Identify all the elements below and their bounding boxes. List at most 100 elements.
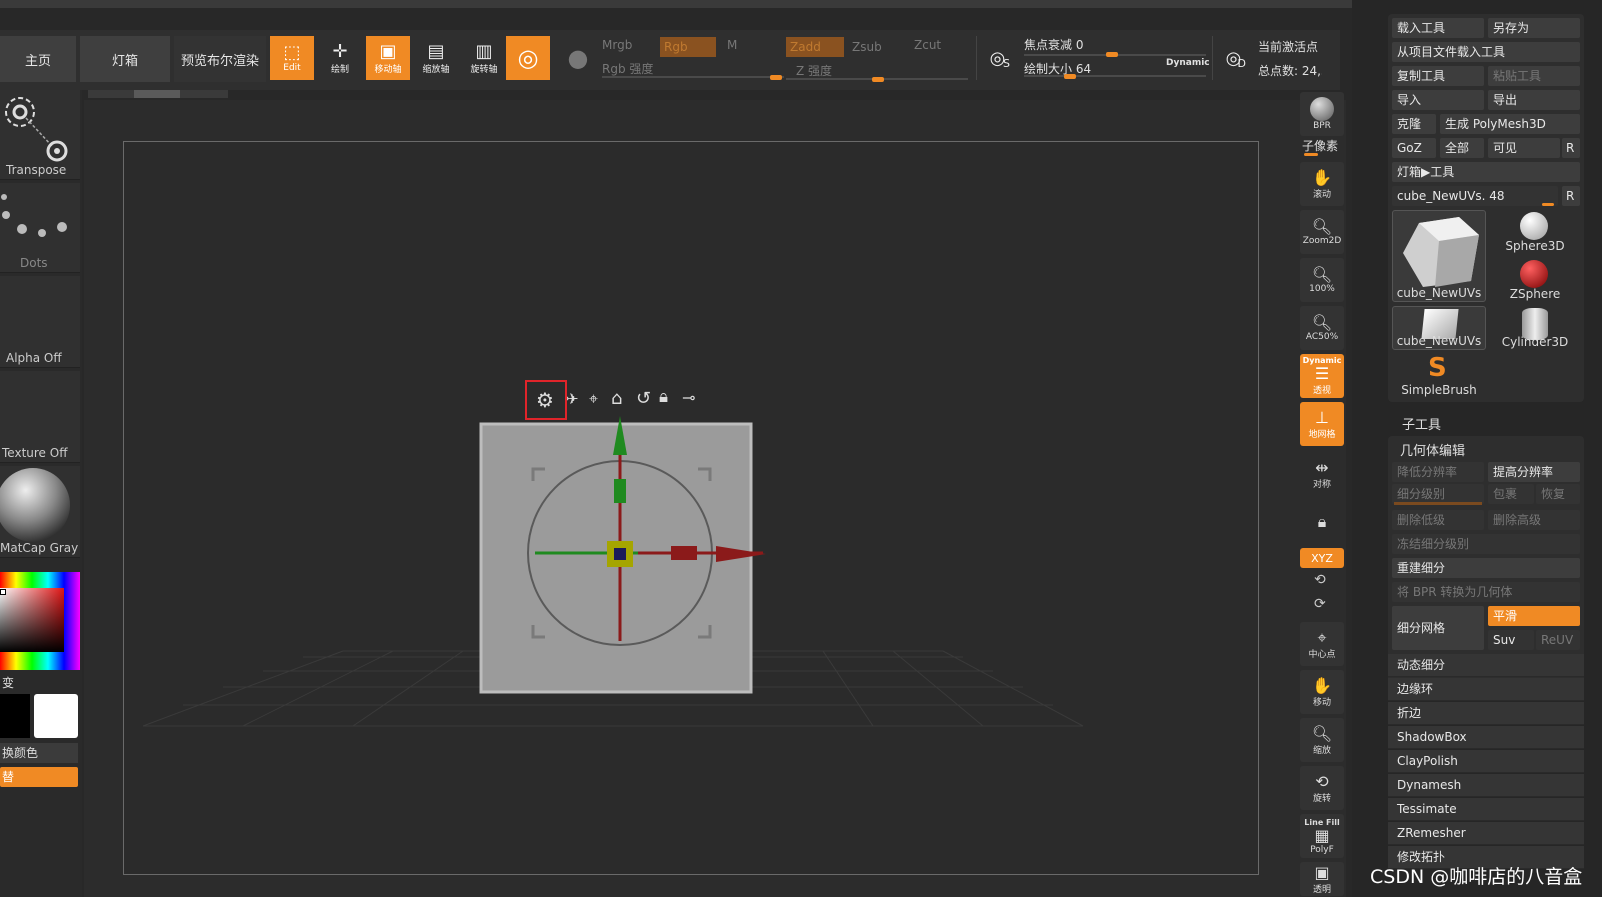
export-button[interactable]: 导出: [1488, 90, 1580, 110]
delete-higher-button[interactable]: 删除高级: [1488, 510, 1580, 530]
copy-tool-button[interactable]: 复制工具: [1392, 66, 1484, 86]
texture-slot[interactable]: Texture Off: [0, 371, 80, 463]
dynamesh-section[interactable]: Dynamesh: [1388, 774, 1584, 797]
move-view-button[interactable]: ✋ 移动: [1300, 670, 1344, 714]
lightbox-tool-button[interactable]: 灯箱▶工具: [1392, 162, 1580, 182]
gizmo-center-core[interactable]: [614, 548, 626, 560]
goz-r-button[interactable]: R: [1562, 138, 1580, 158]
mrgb-button[interactable]: Mrgb: [602, 38, 632, 52]
scale-view-button[interactable]: 🔍︎ 缩放: [1300, 718, 1344, 762]
tool-thumb-cylinder3d[interactable]: Cylinder3D: [1488, 306, 1582, 350]
delete-lower-button[interactable]: 删除低级: [1392, 510, 1484, 530]
current-tool-r-button[interactable]: R: [1562, 186, 1580, 206]
key-icon[interactable]: ⊸: [682, 388, 695, 407]
load-tool-button[interactable]: 载入工具: [1392, 18, 1484, 38]
tool-thumb-sphere3d[interactable]: Sphere3D: [1488, 210, 1582, 254]
draw-button[interactable]: ✛ 绘制: [318, 36, 362, 80]
geometry-header[interactable]: 几何体编辑: [1400, 440, 1465, 459]
clone-button[interactable]: 克隆: [1392, 114, 1436, 134]
actual-size-button[interactable]: 🔍︎ 100%: [1300, 258, 1344, 302]
move-button[interactable]: ▣ 移动轴: [366, 36, 410, 80]
rotate-button[interactable]: ▥ 旋转轴: [462, 36, 506, 80]
rgb-intensity-slider[interactable]: [602, 76, 784, 78]
suv-toggle[interactable]: Suv: [1488, 630, 1534, 650]
dynamic-label[interactable]: Dynamic: [1166, 58, 1210, 68]
bpr-preview-button[interactable]: 预览布尔渲染: [174, 36, 266, 82]
swap-color-button[interactable]: 换颜色: [0, 743, 78, 763]
viewport-scene[interactable]: [123, 141, 1259, 875]
stroke-slot[interactable]: Dots: [0, 183, 80, 273]
scroll-button[interactable]: ✋ 滚动: [1300, 162, 1344, 206]
goz-all-button[interactable]: 全部: [1440, 138, 1484, 158]
import-button[interactable]: 导入: [1392, 90, 1484, 110]
divide-button[interactable]: 细分网格: [1392, 606, 1484, 650]
tool-thumb-cube-2[interactable]: cube_NewUVs: [1392, 306, 1486, 350]
rgb-intensity-knob[interactable]: [770, 75, 782, 80]
tool-thumb-cube-selected[interactable]: cube_NewUVs: [1392, 210, 1486, 302]
focal-shift-knob[interactable]: [1106, 52, 1118, 57]
main-color-swatch[interactable]: [0, 694, 30, 738]
alternate-button[interactable]: 替: [0, 767, 78, 787]
restore-button[interactable]: 恢复: [1536, 484, 1580, 504]
goz-visible-button[interactable]: 可见: [1488, 138, 1560, 158]
perspective-button[interactable]: Dynamic ☰ 透视: [1300, 354, 1344, 398]
location-icon[interactable]: ⌖: [589, 389, 598, 409]
local-button[interactable]: 🔒︎: [1300, 500, 1344, 544]
dynamic-size-button[interactable]: ◎ D: [1212, 36, 1254, 80]
center-button[interactable]: ⌖ 中心点: [1300, 622, 1344, 666]
rotate-y-icon[interactable]: ⟲: [1314, 572, 1326, 588]
gradient-label[interactable]: 变: [2, 674, 14, 691]
dynamic-subdiv-section[interactable]: 动态细分: [1388, 654, 1584, 677]
reset-icon[interactable]: ↺: [636, 388, 651, 409]
edge-loop-section[interactable]: 边缘环: [1388, 678, 1584, 701]
lightbox-button[interactable]: 灯箱: [80, 36, 170, 82]
xyz-button[interactable]: XYZ: [1300, 548, 1344, 568]
lock-icon[interactable]: 🔒︎: [659, 387, 668, 407]
tool-thumb-simplebrush[interactable]: S SimpleBrush: [1392, 354, 1486, 398]
home-button[interactable]: 主页: [0, 36, 76, 82]
gizmo-y-scale-handle[interactable]: [614, 479, 626, 503]
gizmo-x-scale-handle[interactable]: [671, 546, 697, 560]
subpixel-slider[interactable]: [1304, 153, 1318, 156]
shadowbox-section[interactable]: ShadowBox: [1388, 726, 1584, 749]
tool-thumb-zsphere[interactable]: ZSphere: [1488, 258, 1582, 302]
reuv-toggle[interactable]: ReUV: [1536, 630, 1580, 650]
material-mode-button[interactable]: ●: [556, 36, 600, 80]
bpr-to-geometry-button[interactable]: 将 BPR 转换为几何体: [1392, 582, 1580, 602]
color-picker-cursor[interactable]: [0, 589, 6, 595]
cage-button[interactable]: 包裹: [1488, 484, 1534, 504]
save-as-button[interactable]: 另存为: [1488, 18, 1580, 38]
polyframe-button[interactable]: Line Fill ▦ PolyF: [1300, 814, 1344, 858]
transparency-button[interactable]: ▣ 透明: [1300, 862, 1344, 896]
rotate-z-icon[interactable]: ⟳: [1314, 596, 1326, 612]
current-tool-slider[interactable]: cube_NewUVs. 48: [1392, 186, 1558, 206]
color-picker-square[interactable]: [0, 588, 64, 652]
rotate-view-button[interactable]: ⟲ 旋转: [1300, 766, 1344, 810]
zoom2d-button[interactable]: 🔍︎ Zoom2D: [1300, 210, 1344, 254]
load-from-project-button[interactable]: 从项目文件载入工具: [1392, 42, 1580, 62]
bpr-button[interactable]: BPR: [1300, 92, 1344, 136]
alpha-slot[interactable]: Alpha Off: [0, 276, 80, 368]
home-icon[interactable]: ⌂: [611, 388, 622, 409]
current-tool-knob[interactable]: [1542, 203, 1554, 206]
scale-button[interactable]: ▤ 缩放轴: [414, 36, 458, 80]
subtool-header[interactable]: 子工具: [1402, 414, 1441, 433]
lazy-mouse-button[interactable]: ◎ S: [976, 36, 1018, 80]
secondary-color-swatch[interactable]: [34, 694, 78, 738]
symmetry-button[interactable]: ⇹ 对称: [1300, 452, 1344, 496]
paste-tool-button[interactable]: 粘贴工具: [1488, 66, 1580, 86]
edit-button[interactable]: ⬚ Edit: [270, 36, 314, 80]
sdiv-slider-track[interactable]: [1394, 502, 1482, 505]
zremesher-section[interactable]: ZRemesher: [1388, 822, 1584, 845]
freeze-subdiv-button[interactable]: 冻结细分级别: [1392, 534, 1580, 554]
rgb-button[interactable]: Rgb: [660, 37, 716, 57]
zadd-button[interactable]: Zadd: [786, 37, 844, 57]
gizmo-toggle-button[interactable]: ◎: [506, 36, 550, 80]
crease-section[interactable]: 折边: [1388, 702, 1584, 725]
goz-button[interactable]: GoZ: [1392, 138, 1436, 158]
ac50-button[interactable]: 🔍︎ AC50%: [1300, 306, 1344, 350]
lower-res-button[interactable]: 降低分辨率: [1392, 462, 1484, 482]
smooth-toggle[interactable]: 平滑: [1488, 606, 1580, 626]
sdiv-slider[interactable]: 细分级别: [1392, 484, 1484, 504]
transpose-brush-slot[interactable]: Transpose: [0, 90, 80, 180]
